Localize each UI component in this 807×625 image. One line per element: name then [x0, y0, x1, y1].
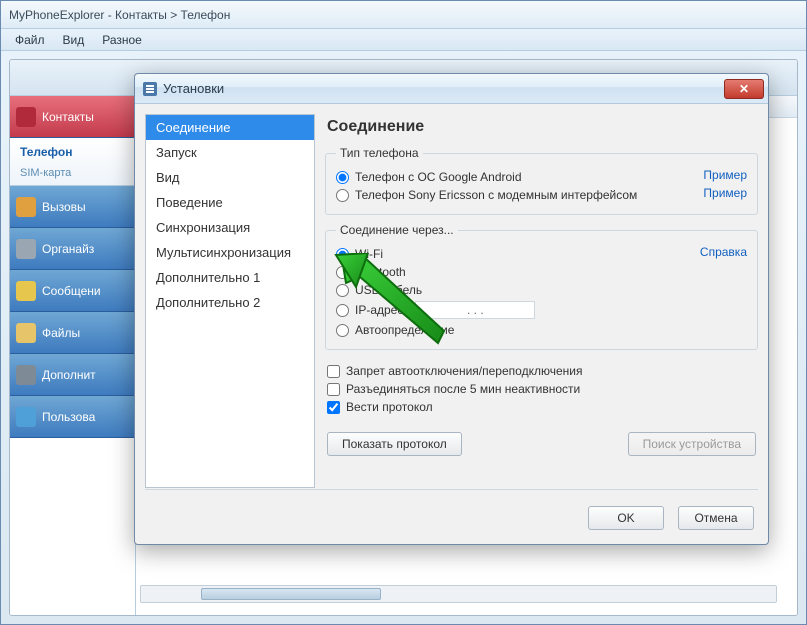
sidebar-item-label: Файлы: [42, 326, 80, 340]
settings-icon: [143, 82, 157, 96]
sidebar-item-contacts[interactable]: Контакты: [10, 96, 135, 138]
checkbox-log-label: Вести протокол: [346, 400, 433, 414]
settings-panel: Соединение Тип телефона Пример Телефон с…: [325, 114, 758, 488]
sidebar-item-files[interactable]: Файлы: [10, 312, 135, 354]
radio-android-label: Телефон с ОС Google Android: [355, 170, 522, 184]
nav-item-multisync[interactable]: Мультисинхронизация: [146, 240, 314, 265]
panel-heading: Соединение: [327, 118, 756, 136]
nav-item-view[interactable]: Вид: [146, 165, 314, 190]
radio-android-input[interactable]: [336, 171, 349, 184]
show-log-button[interactable]: Показать протокол: [327, 432, 462, 456]
ok-button[interactable]: OK: [588, 506, 664, 530]
dialog-title: Установки: [163, 81, 224, 96]
settings-dialog: Установки ✕ Соединение Запуск Вид Поведе…: [134, 73, 769, 545]
checkbox-log[interactable]: Вести протокол: [327, 398, 756, 416]
radio-auto[interactable]: Автоопределение: [336, 321, 747, 339]
nav-item-extra2[interactable]: Дополнительно 2: [146, 290, 314, 315]
checkbox-no-reconnect[interactable]: Запрет автоотключения/переподключения: [327, 362, 756, 380]
checkbox-disconnect-5min-label: Разъединяться после 5 мин неактивности: [346, 382, 580, 396]
sidebar-item-label: Сообщени: [42, 284, 101, 298]
dialog-titlebar[interactable]: Установки ✕: [135, 74, 768, 104]
radio-usb[interactable]: USB-кабель: [336, 281, 747, 299]
main-window-titlebar: MyPhoneExplorer - Контакты > Телефон: [1, 1, 806, 29]
radio-bluetooth[interactable]: Bluetooth: [336, 263, 747, 281]
wrench-icon: [16, 365, 36, 385]
sidebar-item-extra[interactable]: Дополнит: [10, 354, 135, 396]
radio-auto-label: Автоопределение: [355, 323, 454, 337]
nav-item-sync[interactable]: Синхронизация: [146, 215, 314, 240]
horizontal-scrollbar[interactable]: [140, 585, 777, 603]
menu-file[interactable]: Файл: [7, 31, 53, 49]
main-window-title: MyPhoneExplorer - Контакты > Телефон: [9, 8, 230, 22]
connect-via-group: Соединение через... Справка Wi-Fi Blueto…: [325, 223, 758, 350]
cancel-button[interactable]: Отмена: [678, 506, 754, 530]
checkbox-log-input[interactable]: [327, 401, 340, 414]
phone-type-legend: Тип телефона: [336, 146, 423, 160]
sidebar-item-phone[interactable]: Телефон SIM-карта: [10, 138, 135, 186]
radio-usb-input[interactable]: [336, 284, 349, 297]
device-icon: [16, 407, 36, 427]
calls-icon: [16, 197, 36, 217]
phone-type-group: Тип телефона Пример Телефон с ОС Google …: [325, 146, 758, 215]
search-device-button[interactable]: Поиск устройства: [628, 432, 756, 456]
sidebar-item-label: Телефон: [20, 145, 72, 159]
help-link[interactable]: Справка: [700, 245, 747, 259]
radio-wifi-input[interactable]: [336, 248, 349, 261]
nav-item-extra1[interactable]: Дополнительно 1: [146, 265, 314, 290]
sidebar-item-calls[interactable]: Вызовы: [10, 186, 135, 228]
radio-auto-input[interactable]: [336, 324, 349, 337]
radio-usb-label: USB-кабель: [355, 283, 422, 297]
close-icon: ✕: [739, 82, 749, 96]
radio-bluetooth-label: Bluetooth: [355, 265, 406, 279]
sidebar: Контакты Телефон SIM-карта Вызовы Органа…: [10, 96, 136, 615]
checkbox-disconnect-5min[interactable]: Разъединяться после 5 мин неактивности: [327, 380, 756, 398]
nav-item-startup[interactable]: Запуск: [146, 140, 314, 165]
radio-ip-input[interactable]: [336, 304, 349, 317]
nav-item-connection[interactable]: Соединение: [146, 115, 314, 140]
checkbox-no-reconnect-input[interactable]: [327, 365, 340, 378]
nav-item-behavior[interactable]: Поведение: [146, 190, 314, 215]
radio-wifi[interactable]: Wi-Fi: [336, 245, 700, 263]
radio-sony-input[interactable]: [336, 189, 349, 202]
ip-address-field[interactable]: . . .: [415, 301, 535, 319]
close-button[interactable]: ✕: [724, 79, 764, 99]
radio-ip-label: IP-адрес: [355, 303, 403, 317]
menu-view[interactable]: Вид: [55, 31, 93, 49]
menubar: Файл Вид Разное: [1, 29, 806, 51]
example-link-android[interactable]: Пример: [703, 168, 747, 182]
checkbox-disconnect-5min-input[interactable]: [327, 383, 340, 396]
sidebar-item-label: Контакты: [42, 110, 94, 124]
contacts-icon: [16, 107, 36, 127]
connect-via-legend: Соединение через...: [336, 223, 458, 237]
messages-icon: [16, 281, 36, 301]
separator: [145, 489, 758, 490]
radio-sony[interactable]: Телефон Sony Ericsson с модемным интерфе…: [336, 186, 703, 204]
radio-ip[interactable]: IP-адрес . . .: [336, 299, 747, 321]
radio-android[interactable]: Телефон с ОС Google Android: [336, 168, 703, 186]
sidebar-item-label: Дополнит: [42, 368, 96, 382]
sidebar-item-label: Вызовы: [42, 200, 86, 214]
scrollbar-thumb[interactable]: [201, 588, 381, 600]
sidebar-item-sublabel[interactable]: SIM-карта: [20, 167, 71, 179]
files-icon: [16, 323, 36, 343]
menu-misc[interactable]: Разное: [94, 31, 150, 49]
example-link-sony[interactable]: Пример: [703, 186, 747, 200]
sidebar-item-label: Пользова: [42, 410, 95, 424]
organizer-icon: [16, 239, 36, 259]
settings-nav: Соединение Запуск Вид Поведение Синхрони…: [145, 114, 315, 488]
radio-sony-label: Телефон Sony Ericsson с модемным интерфе…: [355, 188, 637, 202]
radio-wifi-label: Wi-Fi: [355, 247, 383, 261]
radio-bluetooth-input[interactable]: [336, 266, 349, 279]
sidebar-item-user[interactable]: Пользова: [10, 396, 135, 438]
sidebar-item-label: Органайз: [42, 242, 94, 256]
sidebar-item-messages[interactable]: Сообщени: [10, 270, 135, 312]
sidebar-item-organizer[interactable]: Органайз: [10, 228, 135, 270]
checkbox-no-reconnect-label: Запрет автоотключения/переподключения: [346, 364, 582, 378]
